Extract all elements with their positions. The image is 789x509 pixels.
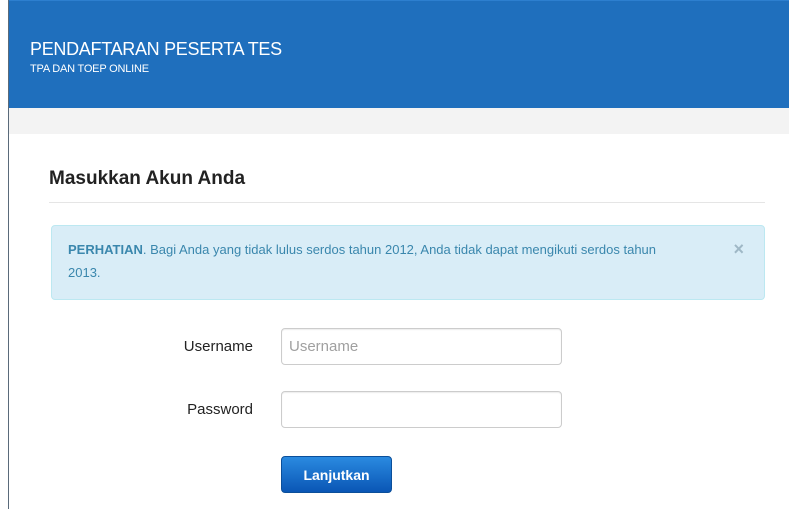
- site-title: PENDAFTARAN PESERTA TES: [30, 39, 282, 59]
- nav-strip: [9, 108, 789, 134]
- username-input[interactable]: [281, 328, 562, 365]
- alert-heading: PERHATIAN: [68, 242, 143, 257]
- info-alert: PERHATIAN. Bagi Anda yang tidak lulus se…: [51, 225, 765, 300]
- close-icon[interactable]: ×: [733, 240, 744, 258]
- title-divider: [49, 202, 765, 203]
- alert-body: . Bagi Anda yang tidak lulus serdos tahu…: [68, 242, 657, 280]
- alert-message: PERHATIAN. Bagi Anda yang tidak lulus se…: [68, 238, 688, 284]
- password-label: Password: [187, 401, 253, 418]
- site-subtitle: TPA DAN TOEP ONLINE: [30, 63, 149, 75]
- site-header: PENDAFTARAN PESERTA TES TPA DAN TOEP ONL…: [9, 0, 789, 108]
- password-input[interactable]: [281, 391, 562, 428]
- submit-button[interactable]: Lanjutkan: [281, 456, 392, 493]
- page: PENDAFTARAN PESERTA TES TPA DAN TOEP ONL…: [0, 0, 789, 509]
- page-title: Masukkan Akun Anda: [49, 168, 246, 189]
- username-label: Username: [183, 338, 253, 355]
